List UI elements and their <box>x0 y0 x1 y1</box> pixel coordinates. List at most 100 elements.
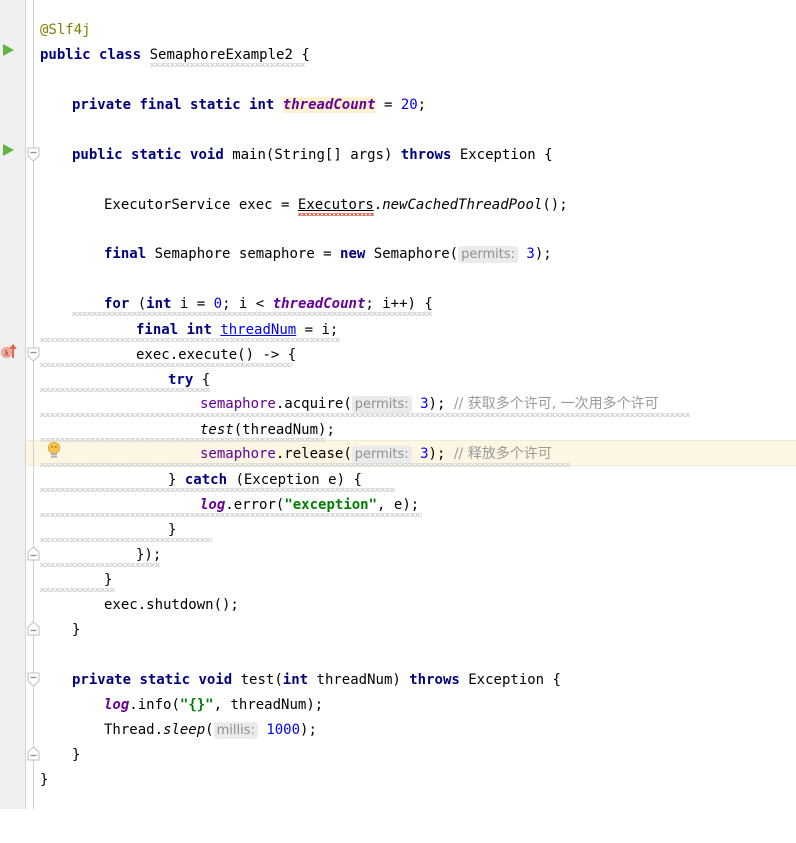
field-threadcount-token[interactable]: threadCount <box>282 97 376 113</box>
code-line[interactable]: semaphore.acquire(permits: 3); // 获取多个许可… <box>0 392 796 417</box>
param-hint-permits: permits: <box>351 446 412 463</box>
code-line[interactable]: public class SemaphoreExample2 { <box>0 43 796 68</box>
keyword-token: catch <box>184 472 228 488</box>
code-line[interactable]: }); <box>0 543 796 568</box>
number-token: 1000 <box>266 722 301 738</box>
keyword-token: int <box>282 672 309 688</box>
code-line[interactable]: private final static int threadCount = 2… <box>0 93 796 118</box>
comment-token: // 释放多个许可 <box>453 446 552 462</box>
var-token[interactable]: semaphore <box>200 396 276 412</box>
call-info-token[interactable]: info <box>138 697 172 713</box>
call-execute-token[interactable]: exec.execute <box>136 347 237 363</box>
call-release-token[interactable]: release <box>284 446 343 462</box>
keyword-token: for <box>104 296 130 312</box>
code-line[interactable]: exec.shutdown(); <box>0 593 796 618</box>
code-content[interactable]: @Slf4j public class SemaphoreExample2 { … <box>0 0 796 809</box>
keyword-token: try <box>168 372 194 388</box>
lambda-icon[interactable]: λ <box>0 341 20 361</box>
code-line[interactable]: exec.execute() -> { <box>0 343 796 368</box>
keyword-token: final <box>104 246 147 262</box>
keyword-token: throws <box>400 147 452 163</box>
type-token: Semaphore <box>373 246 450 262</box>
code-line[interactable]: final Semaphore semaphore = new Semaphor… <box>0 242 796 267</box>
code-line[interactable]: } <box>0 618 796 643</box>
code-line[interactable]: } <box>0 518 796 543</box>
intention-bulb-icon[interactable] <box>46 441 62 459</box>
param-hint-millis: millis: <box>213 722 258 739</box>
keyword-token: int <box>249 97 275 113</box>
call-test-token[interactable]: test <box>200 422 234 438</box>
var-threadnum-token[interactable]: threadNum <box>220 322 296 338</box>
fold-main-end-icon[interactable] <box>27 621 40 636</box>
number-token: 3 <box>420 396 429 412</box>
number-token: 3 <box>526 246 535 262</box>
code-line[interactable]: Thread.sleep(millis: 1000); <box>0 718 796 743</box>
string-token: "{}" <box>179 697 214 713</box>
keyword-token: static <box>131 147 182 163</box>
code-line[interactable]: log.info("{}", threadNum); <box>0 693 796 718</box>
logger-token[interactable]: log <box>104 697 129 713</box>
code-line[interactable]: } <box>0 768 796 793</box>
code-line[interactable]: @Slf4j <box>0 18 796 43</box>
logger-token[interactable]: log <box>200 497 225 513</box>
param-hint-permits: permits: <box>458 246 518 263</box>
var-token[interactable]: semaphore <box>200 446 276 462</box>
var-token: threadNum <box>242 422 319 438</box>
code-line[interactable]: semaphore.release(permits: 3); // 释放多个许可 <box>0 442 796 467</box>
type-token: Exception <box>459 147 536 163</box>
fold-main-icon[interactable] <box>27 147 40 162</box>
keyword-token: static <box>139 672 191 688</box>
var-token: i <box>238 296 248 312</box>
keyword-token: int <box>186 322 212 338</box>
keyword-token: static <box>190 97 241 113</box>
keyword-token: private <box>72 97 132 113</box>
method-test-token[interactable]: test <box>241 672 275 688</box>
type-token: Semaphore <box>154 246 231 262</box>
var-token: i <box>321 322 330 338</box>
fold-test-end-icon[interactable] <box>27 746 40 761</box>
code-line[interactable]: test(threadNum); <box>0 418 796 443</box>
keyword-token: final <box>139 97 182 113</box>
call-token[interactable]: newCachedThreadPool <box>382 197 542 213</box>
lambda-arrow-token: () -> { <box>237 347 297 363</box>
code-line[interactable]: log.error("exception", e); <box>0 493 796 518</box>
fold-lambda-icon[interactable] <box>27 347 40 362</box>
fold-test-icon[interactable] <box>27 672 40 687</box>
type-token: String[] <box>274 147 342 163</box>
type-token: Thread <box>104 722 155 738</box>
run-class-icon[interactable] <box>0 40 20 60</box>
code-line[interactable]: } catch (Exception e) { <box>0 468 796 493</box>
var-token: i <box>382 296 391 312</box>
call-shutdown-token[interactable]: exec.shutdown <box>104 597 214 613</box>
gutter-separator <box>25 0 26 809</box>
keyword-token: void <box>198 672 233 688</box>
code-line[interactable]: public static void main(String[] args) t… <box>0 143 796 168</box>
var-token: exec <box>238 197 273 213</box>
number-token: 3 <box>420 446 429 462</box>
call-sleep-token[interactable]: sleep <box>163 722 205 738</box>
code-line[interactable]: } <box>0 568 796 593</box>
comment-token: // 获取多个许可, 一次用多个许可 <box>453 396 659 412</box>
type-token: ExecutorService <box>104 197 231 213</box>
keyword-token: class <box>99 47 142 63</box>
code-line[interactable]: final int threadNum = i; <box>0 318 796 343</box>
call-acquire-token[interactable]: acquire <box>284 396 343 412</box>
field-threadcount-token[interactable]: threadCount <box>273 296 366 312</box>
code-line[interactable]: } <box>0 743 796 768</box>
annotation-token: @Slf4j <box>40 22 91 38</box>
keyword-token: private <box>72 672 132 688</box>
call-error-token[interactable]: error <box>234 497 276 513</box>
code-line[interactable]: try { <box>0 368 796 393</box>
param-hint-permits: permits: <box>351 396 412 413</box>
type-token: Exception <box>468 672 545 688</box>
keyword-token: final <box>136 322 179 338</box>
code-line[interactable]: ExecutorService exec = Executors.newCach… <box>0 193 796 218</box>
fold-lambda-end-icon[interactable] <box>27 546 40 561</box>
run-main-icon[interactable] <box>0 140 20 160</box>
class-name-token: SemaphoreExample2 <box>149 47 293 63</box>
class-executors-token[interactable]: Executors <box>298 197 374 213</box>
code-line[interactable]: private static void test(int threadNum) … <box>0 668 796 693</box>
code-editor[interactable]: λ @Slf4j public class SemaphoreExample2 … <box>0 0 796 809</box>
method-main-token[interactable]: main <box>232 147 266 163</box>
code-line[interactable]: for (int i = 0; i < threadCount; i++) { <box>0 292 796 317</box>
